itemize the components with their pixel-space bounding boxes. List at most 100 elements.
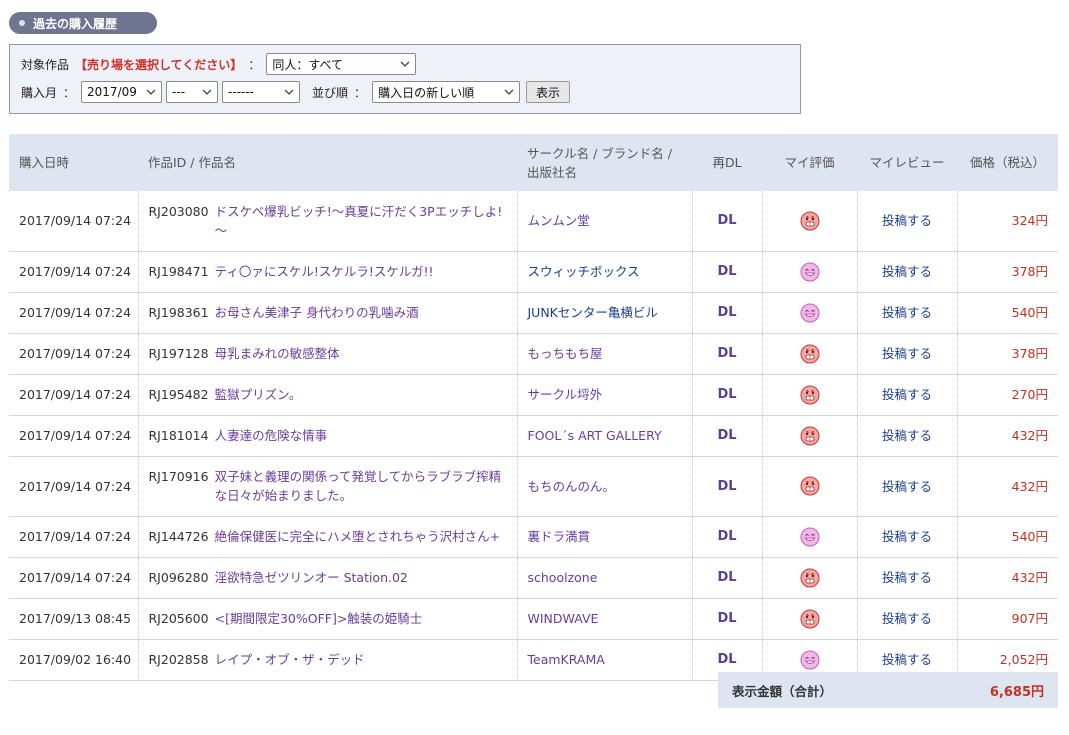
circle-name-link[interactable]: TeamKRAMA bbox=[516, 639, 692, 681]
day-select[interactable]: --- bbox=[166, 81, 219, 103]
colon: ： bbox=[63, 85, 76, 100]
happy-face-icon[interactable] bbox=[800, 650, 820, 670]
rating-cell bbox=[761, 292, 857, 334]
redownload-link[interactable]: DL bbox=[691, 292, 762, 334]
table-row: 2017/09/14 07:24 RJ144726 絶倫保健医に完全にハメ堕とされち… bbox=[9, 516, 1058, 558]
angry-face-icon[interactable] bbox=[800, 211, 820, 231]
table-row: 2017/09/14 07:24 RJ197128 母乳まみれの敏感整体 もっちもち屋… bbox=[9, 333, 1058, 375]
total-bar: 表示金額（合計） 6,685円 bbox=[718, 672, 1058, 708]
happy-face-icon[interactable] bbox=[800, 262, 820, 282]
work-name-link[interactable]: ティ〇ァにスケル!スケルラ!スケルガ!! bbox=[215, 262, 434, 281]
circle-name-link[interactable]: ムンムン堂 bbox=[516, 191, 692, 252]
happy-face-icon[interactable] bbox=[800, 527, 820, 547]
redownload-link[interactable]: DL bbox=[691, 516, 762, 558]
purchase-history-table: 購入日時 作品ID / 作品名 サークル名 / ブランド名 / 出版社名 再DL … bbox=[9, 134, 1058, 681]
work-id: RJ197128 bbox=[148, 346, 209, 361]
post-review-link[interactable]: 投稿する bbox=[856, 516, 957, 558]
angry-face-icon[interactable] bbox=[800, 344, 820, 364]
post-review-link[interactable]: 投稿する bbox=[856, 456, 957, 517]
purchase-date: 2017/09/14 07:24 bbox=[9, 516, 138, 558]
table-row: 2017/09/14 07:24 RJ203080 ドスケベ爆乳ビッチ!～真夏に汗だ… bbox=[9, 191, 1058, 252]
purchase-date: 2017/09/14 07:24 bbox=[9, 292, 138, 334]
target-select[interactable]: 同人：すべて bbox=[266, 53, 417, 75]
header-price[interactable]: 価格（税込） bbox=[957, 134, 1058, 191]
post-review-link[interactable]: 投稿する bbox=[856, 251, 957, 293]
extra-select[interactable]: ------ bbox=[222, 81, 301, 103]
header-circle[interactable]: サークル名 / ブランド名 / 出版社名 bbox=[517, 134, 692, 191]
work-name-link[interactable]: 人妻達の危険な情事 bbox=[215, 426, 328, 445]
chevron-down-icon bbox=[400, 61, 410, 67]
colon: ： bbox=[354, 85, 367, 100]
extra-select-value: ------ bbox=[228, 85, 255, 99]
chevron-down-icon bbox=[202, 89, 212, 95]
post-review-link[interactable]: 投稿する bbox=[856, 292, 957, 334]
work-name-link[interactable]: 絶倫保健医に完全にハメ堕とされちゃう沢村さん+ bbox=[215, 527, 500, 546]
redownload-link[interactable]: DL bbox=[691, 374, 762, 416]
circle-name-link[interactable]: もっちもち屋 bbox=[516, 333, 692, 375]
work-id: RJ202858 bbox=[148, 652, 209, 667]
post-review-link[interactable]: 投稿する bbox=[856, 374, 957, 416]
table-row: 2017/09/13 08:45 RJ205600 <[期間限定30%OFF]>触装… bbox=[9, 598, 1058, 640]
table-row: 2017/09/14 07:24 RJ198361 お母さん美津子 身代わりの乳噛み… bbox=[9, 292, 1058, 334]
purchase-date: 2017/09/13 08:45 bbox=[9, 598, 138, 640]
work-cell: RJ181014 人妻達の危険な情事 bbox=[137, 415, 517, 457]
work-name-link[interactable]: <[期間限定30%OFF]>触装の姫騎士 bbox=[215, 609, 423, 628]
header-rating: マイ評価 bbox=[762, 134, 857, 191]
angry-face-icon[interactable] bbox=[800, 568, 820, 588]
circle-name-link[interactable]: FOOL´s ART GALLERY bbox=[516, 415, 692, 457]
circle-name-link[interactable]: スウィッチボックス bbox=[516, 251, 692, 293]
work-cell: RJ198471 ティ〇ァにスケル!スケルラ!スケルガ!! bbox=[137, 251, 517, 293]
header-date[interactable]: 購入日時 bbox=[9, 134, 138, 191]
price: 432円 bbox=[956, 456, 1058, 517]
redownload-link[interactable]: DL bbox=[691, 333, 762, 375]
redownload-link[interactable]: DL bbox=[691, 251, 762, 293]
month-select[interactable]: 2017/09 bbox=[81, 81, 163, 103]
work-name-link[interactable]: 双子妹と義理の関係って発覚してからラブラブ搾精な日々が始まりました。 bbox=[215, 467, 507, 505]
redownload-link[interactable]: DL bbox=[691, 598, 762, 640]
circle-name-link[interactable]: WINDWAVE bbox=[516, 598, 692, 640]
circle-name-link[interactable]: schoolzone bbox=[516, 557, 692, 599]
work-cell: RJ198361 お母さん美津子 身代わりの乳噛み酒 bbox=[137, 292, 517, 334]
redownload-link[interactable]: DL bbox=[691, 415, 762, 457]
price: 378円 bbox=[956, 333, 1058, 375]
month-label: 購入月 bbox=[21, 85, 58, 100]
post-review-link[interactable]: 投稿する bbox=[856, 333, 957, 375]
show-button[interactable]: 表示 bbox=[526, 81, 571, 103]
post-review-link[interactable]: 投稿する bbox=[856, 191, 957, 252]
header-work[interactable]: 作品ID / 作品名 bbox=[138, 134, 517, 191]
work-id: RJ096280 bbox=[148, 570, 209, 585]
redownload-link[interactable]: DL bbox=[691, 557, 762, 599]
work-name-link[interactable]: お母さん美津子 身代わりの乳噛み酒 bbox=[215, 303, 419, 322]
redownload-link[interactable]: DL bbox=[691, 456, 762, 517]
happy-face-icon[interactable] bbox=[800, 303, 820, 323]
sort-select[interactable]: 購入日の新しい順 bbox=[372, 81, 521, 103]
circle-name-link[interactable]: 裏ドラ満貫 bbox=[516, 516, 692, 558]
table-row: 2017/09/14 07:24 RJ096280 淫欲特急ゼツリンオー Stati… bbox=[9, 557, 1058, 599]
work-cell: RJ197128 母乳まみれの敏感整体 bbox=[137, 333, 517, 375]
table-row: 2017/09/14 07:24 RJ181014 人妻達の危険な情事 FOOL´s … bbox=[9, 415, 1058, 457]
angry-face-icon[interactable] bbox=[800, 476, 820, 496]
circle-name-link[interactable]: もちのんのん。 bbox=[516, 456, 692, 517]
redownload-link[interactable]: DL bbox=[691, 191, 762, 252]
post-review-link[interactable]: 投稿する bbox=[856, 415, 957, 457]
rating-cell bbox=[761, 598, 857, 640]
work-name-link[interactable]: 母乳まみれの敏感整体 bbox=[215, 344, 340, 363]
post-review-link[interactable]: 投稿する bbox=[856, 598, 957, 640]
circle-name-link[interactable]: JUNKセンター亀横ビル bbox=[516, 292, 692, 334]
work-name-link[interactable]: 淫欲特急ゼツリンオー Station.02 bbox=[215, 568, 408, 587]
bullet-icon bbox=[19, 20, 25, 26]
work-name-link[interactable]: 監獄プリズン。 bbox=[215, 385, 302, 404]
work-id: RJ195482 bbox=[148, 387, 209, 402]
price: 324円 bbox=[956, 191, 1058, 252]
angry-face-icon[interactable] bbox=[800, 609, 820, 629]
work-name-link[interactable]: レイプ・オブ・ザ・デッド bbox=[215, 650, 365, 669]
purchase-date: 2017/09/14 07:24 bbox=[9, 251, 138, 293]
work-name-link[interactable]: ドスケベ爆乳ビッチ!～真夏に汗だく3Pエッチしよ!～ bbox=[215, 202, 507, 240]
post-review-link[interactable]: 投稿する bbox=[856, 557, 957, 599]
circle-name-link[interactable]: サークル埒外 bbox=[516, 374, 692, 416]
total-value: 6,685円 bbox=[989, 684, 1044, 700]
purchase-date: 2017/09/14 07:24 bbox=[9, 333, 138, 375]
work-id: RJ205600 bbox=[148, 611, 209, 626]
angry-face-icon[interactable] bbox=[800, 426, 820, 446]
angry-face-icon[interactable] bbox=[800, 385, 820, 405]
